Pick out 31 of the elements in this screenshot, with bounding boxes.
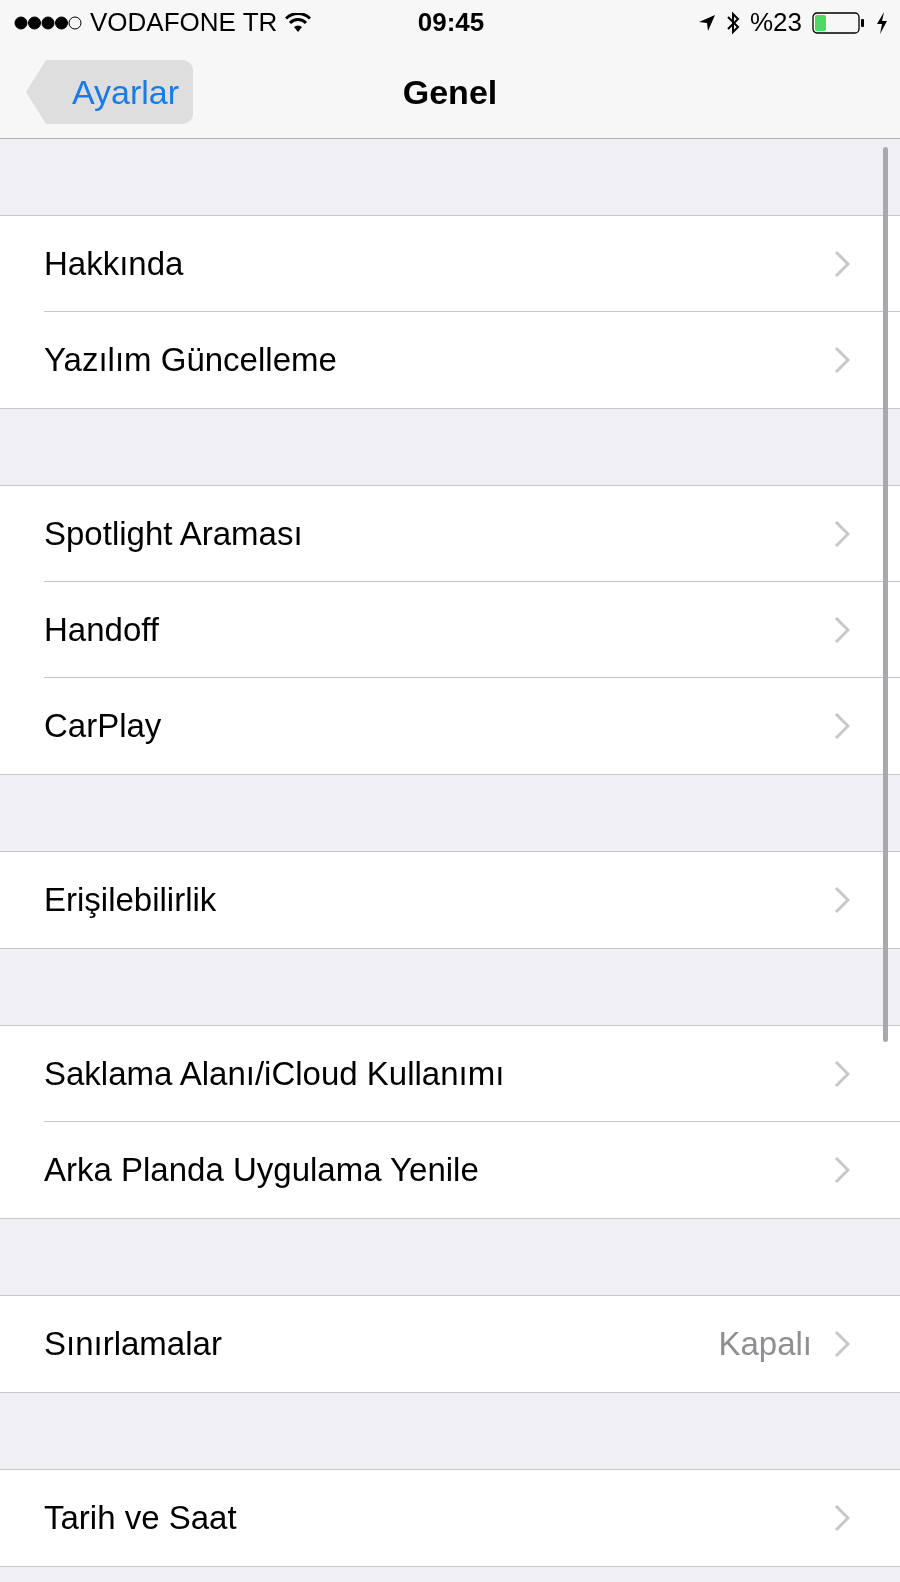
wifi-icon (285, 12, 312, 33)
location-arrow-icon (697, 13, 716, 32)
settings-item[interactable]: Tarih ve Saat (44, 1499, 834, 1537)
signal-icon (14, 15, 82, 30)
chevron-icon (834, 1504, 850, 1532)
settings-item[interactable]: CarPlay (44, 707, 834, 745)
settings-item[interactable]: Hakkında (44, 245, 834, 283)
chevron-icon (834, 520, 850, 548)
battery-percent: %23 (749, 7, 802, 38)
settings-item[interactable]: Saklama Alanı/iCloud Kullanımı (44, 1055, 834, 1093)
settings-item[interactable]: Arka Planda Uygulama Yenile (44, 1151, 834, 1189)
settings-item[interactable]: Handoff (44, 611, 834, 649)
charging-icon (876, 11, 888, 34)
settings-item[interactable]: Spotlight Araması (44, 515, 834, 553)
chevron-icon (834, 1330, 850, 1358)
chevron-icon (834, 616, 850, 644)
chevron-icon (834, 250, 850, 278)
chevron-icon (834, 346, 850, 374)
carrier-name: VODAFONE TR (90, 7, 278, 38)
chevron-icon (834, 712, 850, 740)
bluetooth-icon (725, 10, 740, 35)
chevron-icon (834, 1156, 850, 1184)
settings-item[interactable]: Sınırlamalar (44, 1325, 719, 1363)
chevron-icon (834, 886, 850, 914)
battery-icon (812, 11, 866, 34)
settings-item[interactable]: Yazılım Güncelleme (44, 341, 834, 379)
screen-title: Genel (402, 72, 498, 112)
clock-time: 09:45 (417, 7, 485, 38)
settings-item[interactable]: Erişilebilirlik (44, 881, 834, 919)
item-value: Kapalı (718, 1325, 812, 1363)
chevron-icon (834, 1060, 850, 1088)
